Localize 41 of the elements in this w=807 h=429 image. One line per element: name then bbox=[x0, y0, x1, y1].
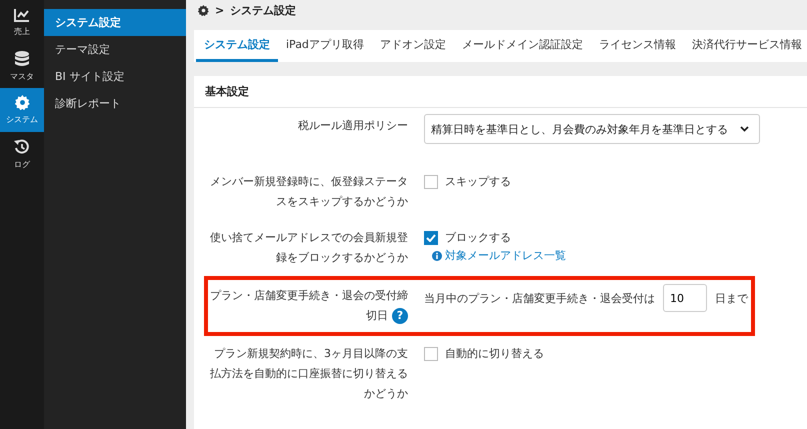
tab[interactable]: アドオン設定 bbox=[372, 30, 454, 62]
checkbox-label: スキップする bbox=[445, 174, 511, 189]
field-prefix: 当月中のプラン・店舗変更手続き・退会受付は bbox=[424, 290, 655, 306]
history-icon bbox=[14, 138, 30, 154]
list-link[interactable]: 対象メールアドレス一覧 bbox=[424, 248, 566, 263]
tab[interactable]: 決済代行サービス情報 bbox=[684, 30, 807, 62]
tab[interactable]: ライセンス情報 bbox=[590, 30, 684, 62]
checkbox[interactable] bbox=[424, 174, 438, 188]
setting-label: 使い捨てメールアドレスでの会員新規登録をブロックするかどうか bbox=[210, 231, 408, 264]
submenu-item[interactable]: テーマ設定 bbox=[44, 36, 186, 63]
setting-label: プラン・店舗変更手続き・退会の受付締切日 ? bbox=[210, 289, 408, 322]
checkbox-label: 自動的に切り替える bbox=[445, 346, 544, 361]
submenu-item[interactable]: システム設定 bbox=[44, 9, 186, 36]
tab[interactable]: iPadアプリ取得 bbox=[278, 30, 372, 62]
breadcrumb-current: システム設定 bbox=[230, 2, 296, 18]
rail-item[interactable]: システム bbox=[0, 88, 44, 132]
checkbox-label: ブロックする bbox=[445, 230, 511, 245]
day-input[interactable]: 10 bbox=[663, 284, 707, 312]
setting-label: プラン新規契約時に、3ヶ月目以降の支払方法を自動的に口座振替に切り替えるかどうか bbox=[210, 347, 408, 400]
checkbox[interactable] bbox=[424, 346, 438, 360]
database-icon bbox=[15, 50, 29, 66]
breadcrumb-separator: > bbox=[215, 4, 224, 16]
field-suffix: 日まで bbox=[715, 290, 748, 306]
setting-label: 税ルール適用ポリシー bbox=[298, 119, 408, 132]
checkbox[interactable] bbox=[424, 230, 438, 244]
help-icon[interactable]: ? bbox=[392, 308, 408, 324]
rail-item[interactable]: 売上 bbox=[0, 0, 44, 44]
info-icon bbox=[432, 250, 442, 260]
policy-select[interactable]: 精算日時を基準日とし、月会費のみ対象年月を基準日とする bbox=[424, 114, 760, 144]
setting-label: メンバー新規登録時に、仮登録ステータスをスキップするかどうか bbox=[210, 175, 408, 208]
submenu-item[interactable]: 診断レポート bbox=[44, 90, 186, 117]
section-title: 基本設定 bbox=[205, 84, 249, 99]
tab[interactable]: メールドメイン認証設定 bbox=[454, 30, 591, 62]
settings-icon bbox=[14, 95, 30, 110]
rail-item[interactable]: マスタ bbox=[0, 44, 44, 88]
rail-item[interactable]: ログ bbox=[0, 132, 44, 176]
chart-icon bbox=[14, 8, 30, 22]
chevron-icon bbox=[740, 126, 749, 132]
settings-icon bbox=[198, 4, 209, 16]
tab[interactable]: システム設定 bbox=[196, 30, 278, 62]
submenu-item[interactable]: BI サイト設定 bbox=[44, 63, 186, 90]
